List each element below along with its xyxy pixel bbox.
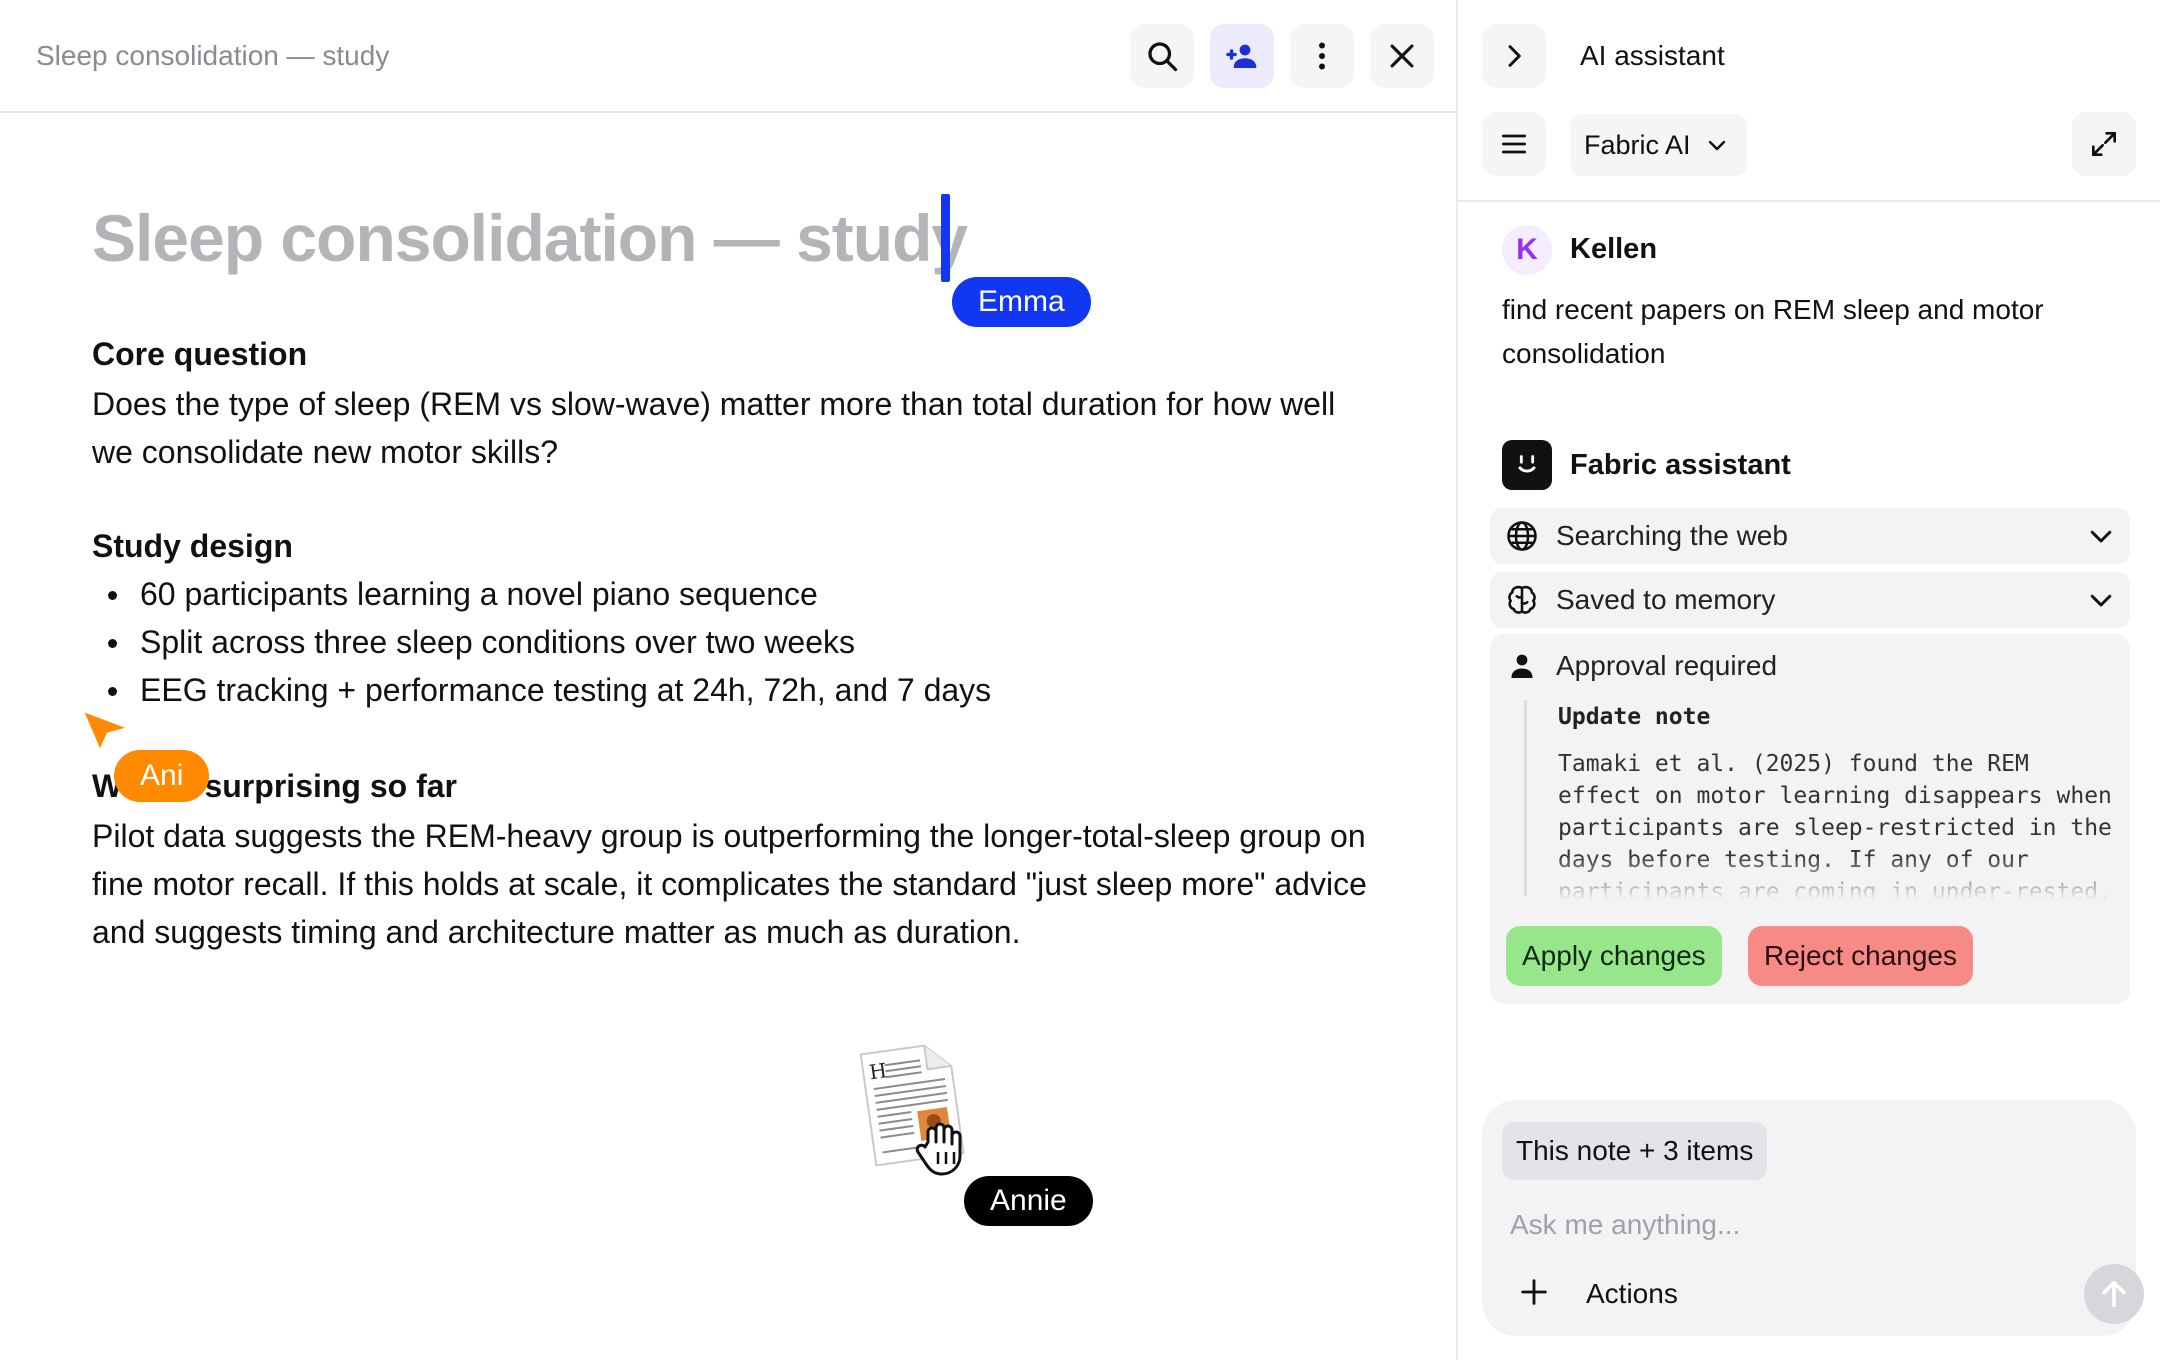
user-message: find recent papers on REM sleep and moto…: [1502, 294, 2044, 369]
update-title: Update note: [1558, 704, 1711, 730]
smiley-face-icon: [1518, 455, 1536, 473]
composer: This note + 3 items Actions: [1482, 1100, 2144, 1336]
chevron-down-icon: [2090, 594, 2112, 607]
share-button[interactable]: [1210, 24, 1274, 88]
emma-text-cursor: [941, 194, 950, 282]
ani-pointer-cursor-icon: [80, 708, 132, 754]
plus-icon: [1521, 1279, 1547, 1305]
quote-rule: [1524, 700, 1527, 896]
close-icon: [1390, 44, 1414, 68]
note-pane: Sleep consolidation — study Sleep consol…: [0, 0, 1456, 1360]
step-label: Searching the web: [1556, 520, 1788, 551]
collaborator-tag-annie: Annie: [964, 1176, 1093, 1226]
globe-icon: [1507, 521, 1537, 551]
apply-changes-button[interactable]: Apply changes: [1506, 926, 1722, 986]
model-selector-label: Fabric AI: [1584, 129, 1691, 160]
arrow-up-icon: [2102, 1280, 2126, 1308]
reject-changes-button[interactable]: Reject changes: [1748, 926, 1974, 986]
assistant-name: Fabric assistant: [1570, 449, 1791, 481]
section-body-core-question[interactable]: Does the type of sleep (REM vs slow-wave…: [92, 380, 1382, 476]
step-searching-web[interactable]: Searching the web: [1490, 508, 2130, 564]
update-body: Tamaki et al. (2025) found the REM effec…: [1558, 751, 2112, 900]
brain-icon: [1508, 585, 1536, 614]
collaborator-tag-emma: Emma: [952, 277, 1091, 327]
note-header: Sleep consolidation — study: [0, 0, 1456, 113]
study-design-list: 60 participants learning a novel piano s…: [92, 570, 991, 714]
collapse-panel-button[interactable]: [1482, 24, 1546, 88]
person-icon: [1511, 654, 1533, 678]
approval-header: Approval required: [1504, 646, 1777, 686]
search-button[interactable]: [1130, 24, 1194, 88]
history-menu-button[interactable]: [1482, 112, 1546, 176]
list-item[interactable]: Split across three sleep conditions over…: [92, 618, 991, 666]
chevron-down-icon: [1708, 140, 1725, 151]
chevron-right-icon: [1508, 45, 1521, 67]
search-icon: [1148, 42, 1178, 72]
hamburger-menu-icon: [1502, 134, 1526, 154]
assistant-avatar: [1502, 440, 1552, 490]
context-chip[interactable]: This note + 3 items: [1502, 1122, 1768, 1180]
svg-text:H: H: [868, 1058, 889, 1084]
approval-card: Approval required Update note Tamaki et …: [1490, 634, 2130, 1004]
add-attachment-button[interactable]: [1512, 1270, 1556, 1314]
section-body-surprising[interactable]: Pilot data suggests the REM-heavy group …: [92, 812, 1382, 956]
more-button[interactable]: [1290, 24, 1354, 88]
send-button[interactable]: [2084, 1264, 2144, 1324]
assistant-panel: AI assistant Fabric AI K Kellen find rec…: [1458, 0, 2160, 1360]
user-name: Kellen: [1570, 233, 1658, 265]
approval-label: Approval required: [1556, 650, 1778, 681]
step-label: Saved to memory: [1556, 584, 1776, 615]
expand-icon: [2092, 132, 2116, 156]
actions-button[interactable]: Actions: [1586, 1278, 1678, 1310]
section-heading-study-design[interactable]: Study design: [92, 528, 293, 565]
chevron-down-icon: [2090, 530, 2112, 543]
step-saved-memory[interactable]: Saved to memory: [1490, 572, 2130, 628]
model-selector[interactable]: Fabric AI: [1570, 114, 1747, 176]
note-breadcrumb[interactable]: Sleep consolidation — study: [36, 40, 389, 72]
more-vertical-icon: [1319, 42, 1325, 70]
section-heading-core-question[interactable]: Core question: [92, 336, 307, 373]
assistant-header-divider: [1458, 200, 2160, 202]
user-avatar: K: [1502, 225, 1552, 275]
close-button[interactable]: [1370, 24, 1434, 88]
note-title[interactable]: Sleep consolidation — study: [92, 200, 968, 276]
expand-panel-button[interactable]: [2072, 112, 2136, 176]
assistant-title: AI assistant: [1580, 40, 1725, 71]
dragged-document-icon: H: [859, 1044, 965, 1176]
list-item[interactable]: EEG tracking + performance testing at 24…: [92, 666, 991, 714]
ask-input[interactable]: [1510, 1200, 2070, 1250]
add-person-icon: [1226, 44, 1257, 68]
list-item[interactable]: 60 participants learning a novel piano s…: [92, 570, 991, 618]
collaborator-tag-ani: Ani: [114, 750, 210, 802]
